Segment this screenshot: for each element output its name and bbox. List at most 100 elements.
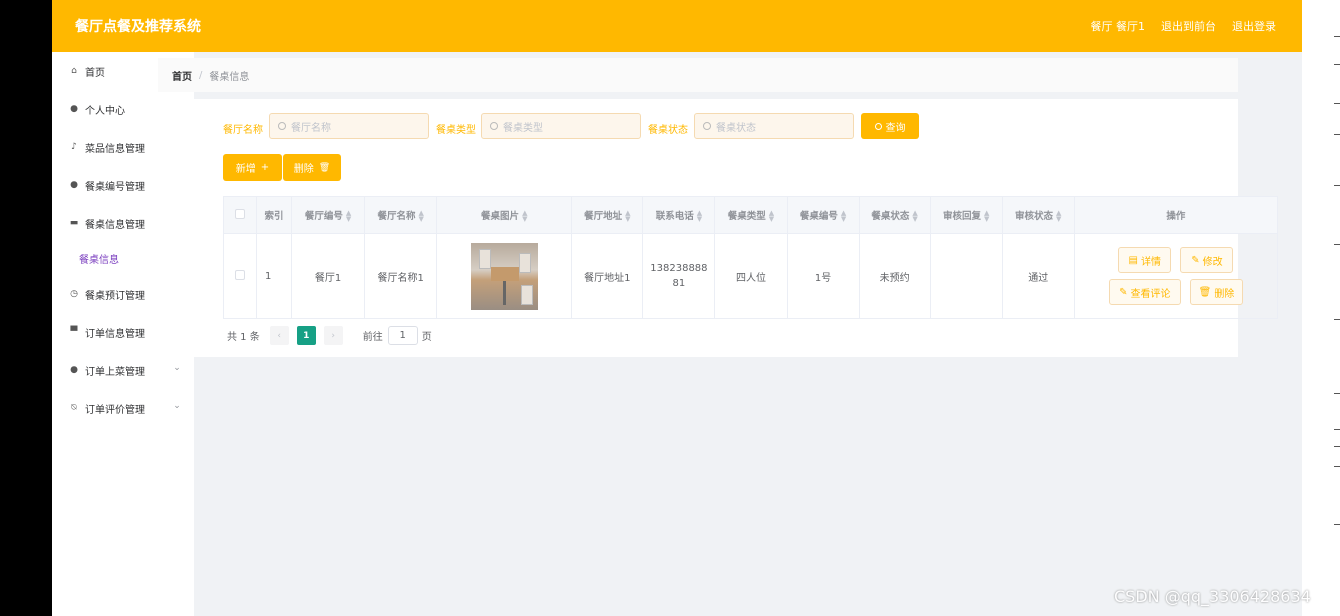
search-icon [703, 122, 711, 130]
goto-suffix: 页 [421, 332, 432, 343]
query-button[interactable]: 查询 [861, 113, 919, 139]
delete-button[interactable]: 删除 🗑 [283, 154, 341, 181]
restaurant-name-placeholder: 餐厅名称 [291, 122, 331, 134]
prev-page-button[interactable]: ‹ [269, 326, 289, 345]
page-number-button[interactable]: 1 [296, 326, 316, 345]
column-header[interactable]: 餐厅名称 ▲ ▼ [364, 196, 438, 234]
column-header[interactable]: 餐厅地址 ▲ ▼ [571, 196, 644, 234]
table-status-placeholder: 餐桌状态 [716, 122, 756, 134]
cell-restaurant-name: 餐厅名称1 [364, 233, 438, 319]
photo-chair-shape [478, 248, 491, 269]
sort-icon[interactable]: ▲ ▼ [841, 210, 846, 223]
column-header-label: 餐桌类型 [727, 210, 766, 222]
column-header-label: 餐桌图片 [481, 210, 520, 222]
watermark: CSDN @qq_3306428634 [1114, 587, 1311, 606]
select-all-cell[interactable] [222, 196, 258, 234]
sort-icon[interactable]: ▲ ▼ [769, 210, 774, 223]
sidebar-item-label: 个人中心 [85, 105, 125, 117]
next-page-button[interactable]: › [323, 326, 343, 345]
photo-table-shape [490, 266, 519, 281]
table-status-input[interactable]: 餐桌状态 [694, 113, 854, 139]
location-icon: ● [70, 180, 78, 190]
pagination: 共 1 条 ‹ 1 › 前往 1 页 [227, 326, 432, 345]
mic-icon: ♪ [71, 142, 77, 152]
chat-icon: ▬ [69, 218, 79, 228]
column-header-label: 餐厅名称 [377, 210, 416, 222]
row-delete-button-label: 删除 [1214, 288, 1235, 300]
photo-chair-shape [518, 252, 531, 273]
photo-chair-shape [520, 284, 533, 305]
total-count: 共 1 条 [227, 332, 260, 343]
add-button-label: 新增 [235, 164, 256, 175]
edit-button[interactable]: ✎ 修改 [1180, 247, 1234, 273]
restaurant-name-input[interactable]: 餐厅名称 [269, 113, 429, 139]
sort-icon[interactable]: ▲ ▼ [697, 210, 702, 223]
breadcrumb-current: 餐桌信息 [209, 71, 250, 83]
add-button[interactable]: 新增 + [223, 154, 282, 181]
view-reviews-button-label: 查看评论 [1130, 288, 1171, 300]
row-delete-button[interactable]: 🗑 删除 [1189, 279, 1243, 305]
cell-table-type: 四人位 [714, 233, 788, 319]
user-icon: ● [70, 104, 78, 114]
chevron-right-icon: › [331, 330, 336, 341]
chevron-left-icon: ‹ [277, 330, 282, 341]
column-header: 操作 [1073, 196, 1279, 234]
table-type-input[interactable]: 餐桌类型 [481, 113, 641, 139]
cell-index: 1 [256, 233, 293, 319]
logout-link[interactable]: 退出登录 [1232, 18, 1276, 34]
column-header-label: 审核状态 [1015, 210, 1054, 222]
sidebar-item-reviews[interactable]: ⍉ 订单评价管理 ⌄ [52, 389, 194, 427]
restaurant-name-label: 餐厅名称 [223, 125, 263, 136]
view-reviews-button[interactable]: ✎ 查看评论 [1108, 279, 1181, 305]
sort-icon[interactable]: ▲ ▼ [912, 210, 917, 223]
column-header[interactable]: 餐桌类型 ▲ ▼ [714, 196, 788, 234]
sort-icon[interactable]: ▲ ▼ [625, 210, 630, 223]
detail-button[interactable]: ▤ 详情 [1118, 247, 1172, 273]
select-all-checkbox[interactable] [235, 208, 246, 219]
column-header[interactable]: 餐桌状态 ▲ ▼ [858, 196, 931, 234]
photo-table-leg-shape [502, 280, 506, 305]
chevron-down-icon: ⌄ [173, 363, 181, 373]
bell-off-icon: ⍉ [71, 403, 77, 413]
column-header[interactable]: 审核回复 ▲ ▼ [929, 196, 1003, 234]
cell-table-status: 未预约 [858, 233, 931, 319]
column-header[interactable]: 餐桌编号 ▲ ▼ [786, 196, 860, 234]
exit-to-front-link[interactable]: 退出到前台 [1161, 18, 1216, 34]
breadcrumb-separator: / [199, 69, 203, 81]
sidebar-item-label: 订单上菜管理 [85, 366, 145, 378]
search-icon [278, 122, 286, 130]
column-header-label: 联系电话 [655, 210, 694, 222]
sort-icon[interactable]: ▲ ▼ [346, 210, 351, 223]
column-header-label: 餐桌编号 [799, 210, 838, 222]
delete-button-label: 删除 [293, 164, 314, 175]
column-header[interactable]: 餐厅编号 ▲ ▼ [291, 196, 366, 234]
sidebar-item-label: 菜品信息管理 [85, 143, 145, 155]
edit-icon: ✎ [1191, 254, 1200, 266]
table-photo[interactable] [470, 242, 538, 310]
detail-button-label: 详情 [1141, 256, 1161, 268]
row-select-cell[interactable] [222, 233, 258, 319]
row-checkbox[interactable] [235, 269, 246, 280]
column-header-label: 餐桌状态 [871, 210, 910, 222]
column-header[interactable]: 审核状态 ▲ ▼ [1001, 196, 1075, 234]
table-status-label: 餐桌状态 [648, 125, 688, 136]
sidebar-item-label: 餐桌预订管理 [85, 290, 145, 302]
sidebar-subitem-table-info[interactable]: 餐桌信息 [79, 251, 119, 266]
query-button-label: 查询 [885, 122, 906, 134]
sort-icon[interactable]: ▲ ▼ [1056, 210, 1061, 223]
sort-icon[interactable]: ▲ ▼ [522, 210, 527, 223]
sort-icon[interactable]: ▲ ▼ [984, 210, 989, 223]
cell-table-number: 1号 [786, 233, 860, 319]
cell-restaurant-code: 餐厅1 [291, 233, 366, 319]
column-header[interactable]: 联系电话 ▲ ▼ [642, 196, 716, 234]
column-header[interactable]: 餐桌图片 ▲ ▼ [436, 196, 573, 234]
sort-icon[interactable]: ▲ ▼ [418, 210, 423, 223]
document-icon: ▤ [1128, 254, 1138, 266]
goto-page-input[interactable]: 1 [387, 326, 418, 345]
cell-address: 餐厅地址1 [571, 233, 644, 319]
search-icon [490, 122, 498, 130]
monitor-icon: ▀ [70, 327, 78, 337]
breadcrumb-home[interactable]: 首页 [172, 68, 192, 83]
cell-phone: 13823888881 [642, 233, 716, 319]
right-edge-strip [1302, 0, 1340, 616]
